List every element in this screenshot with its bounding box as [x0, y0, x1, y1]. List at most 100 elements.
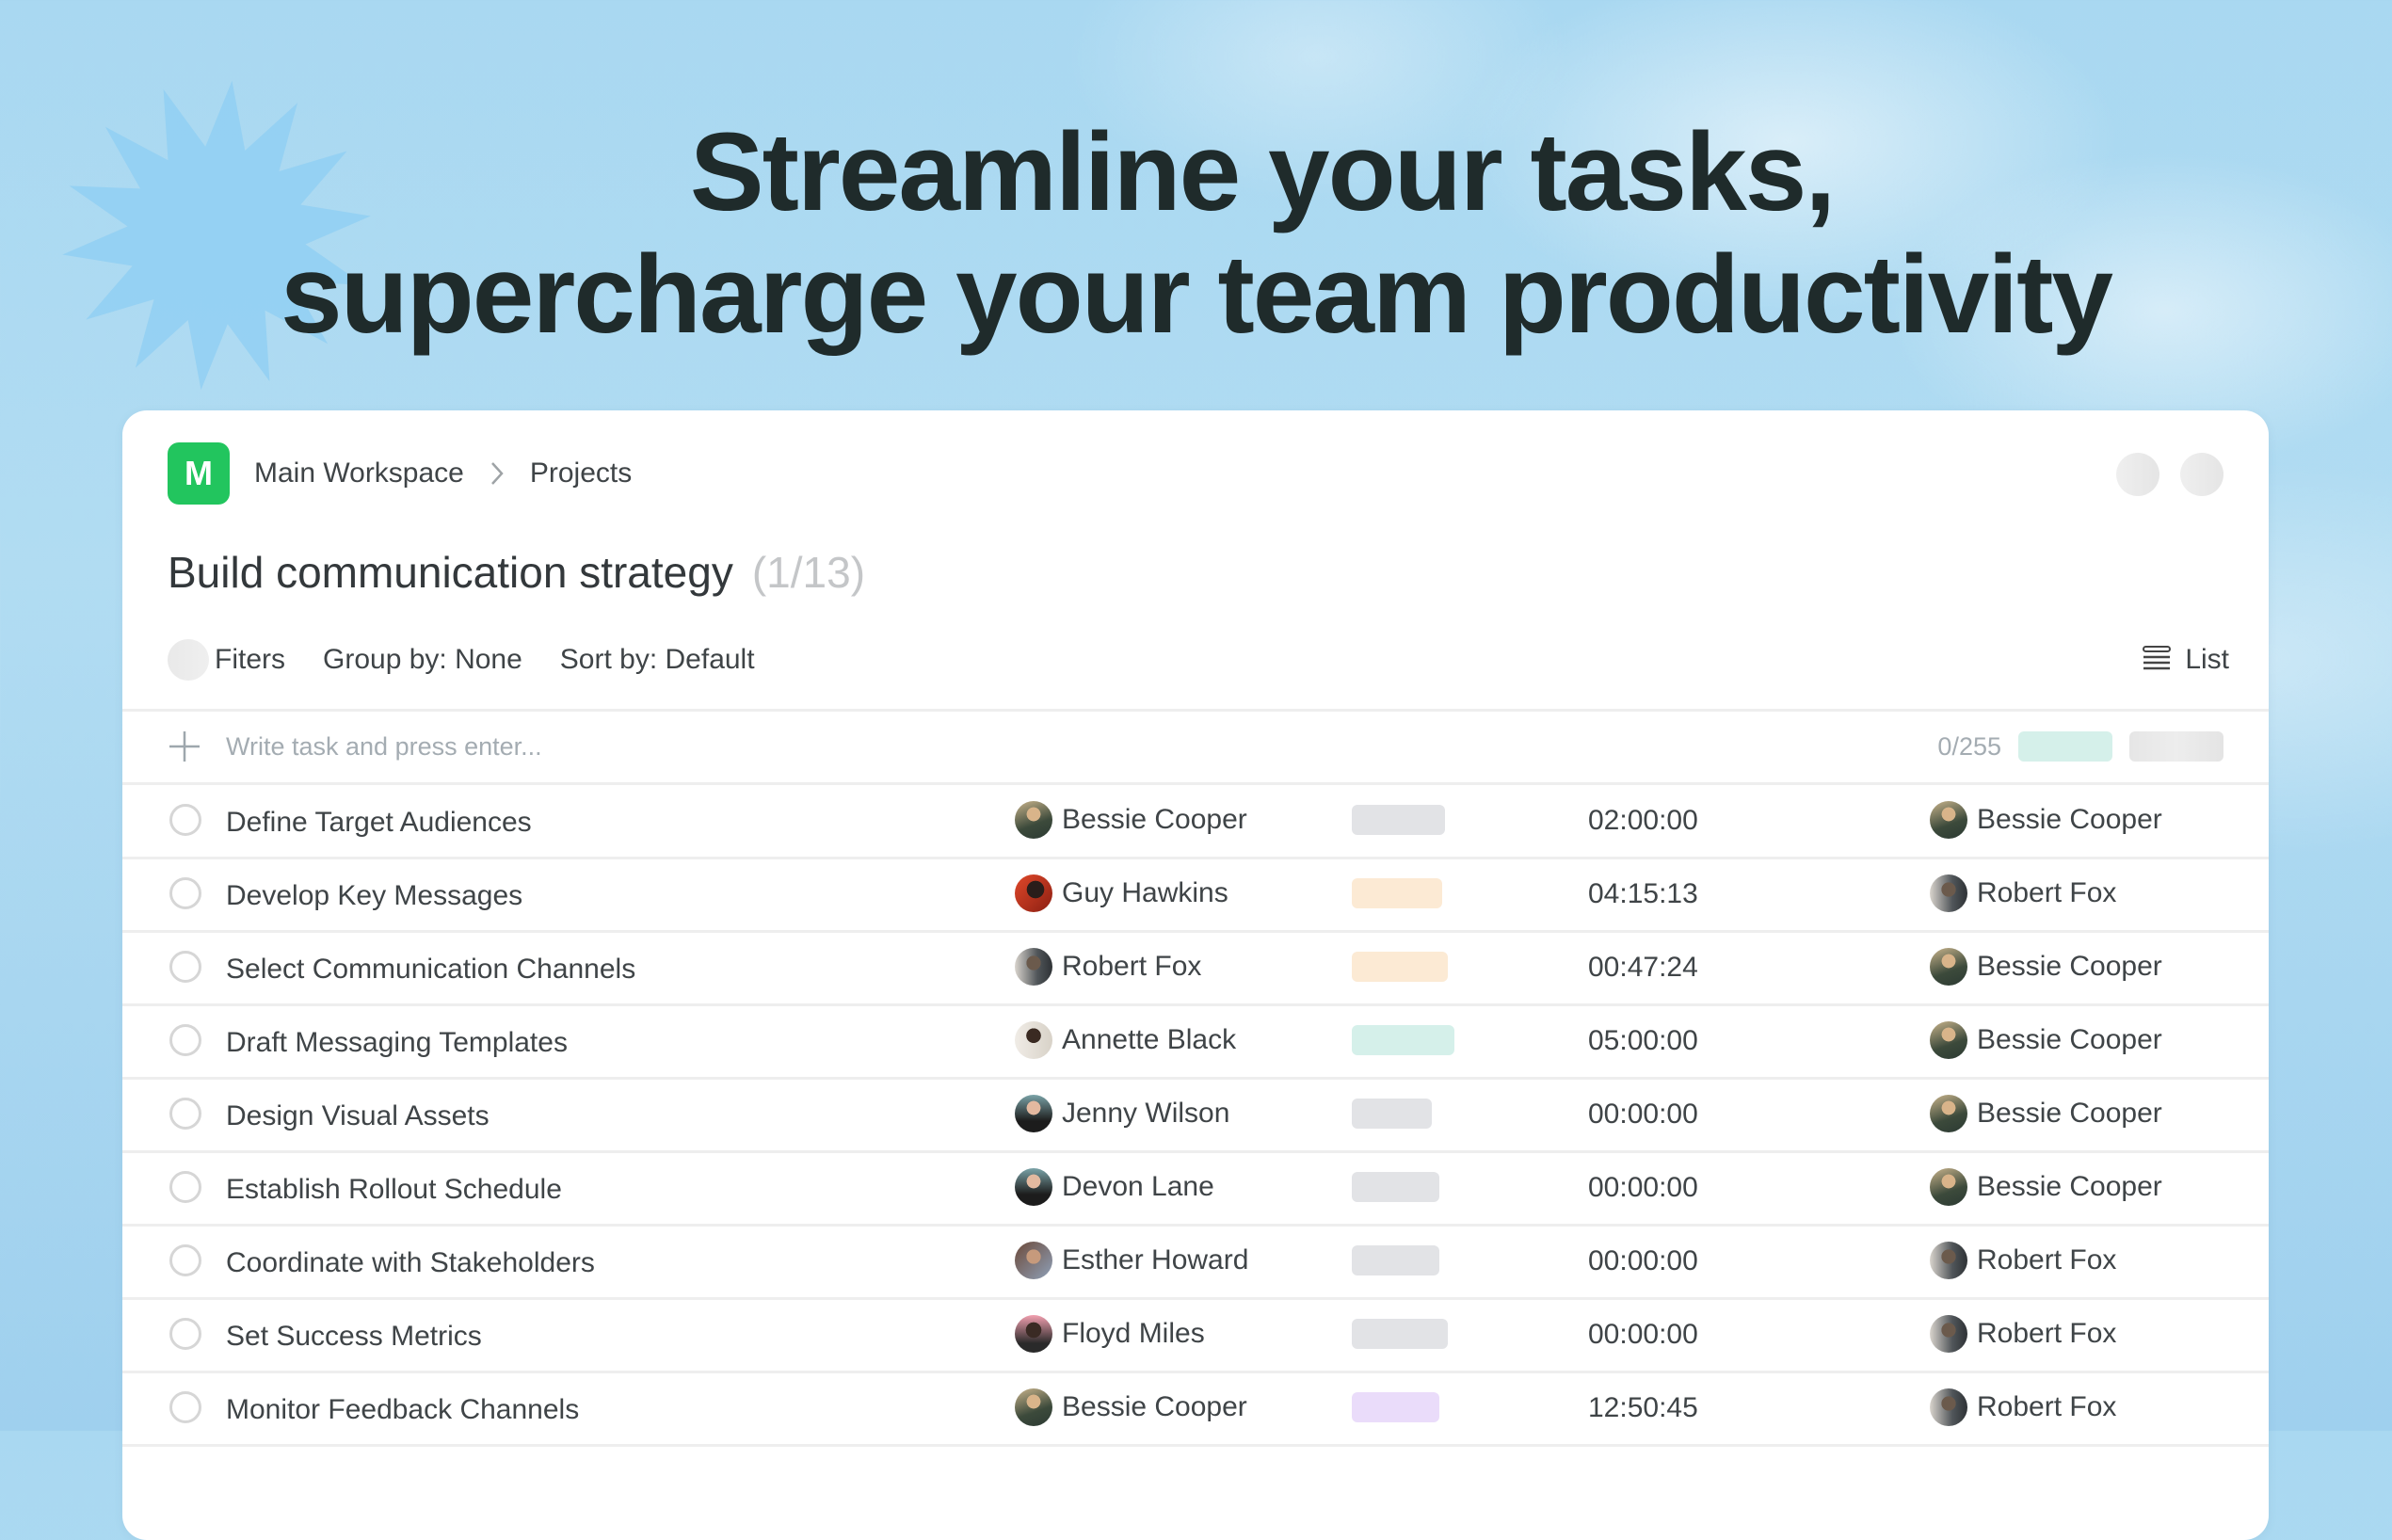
task-row[interactable]: Design Visual Assets Jenny Wilson 00:00:… — [122, 1080, 2269, 1153]
status-badge[interactable] — [1352, 1392, 1439, 1422]
assignee-name: Bessie Cooper — [1977, 804, 2162, 835]
task-assignee[interactable]: Robert Fox — [1930, 1388, 2116, 1426]
task-assignee[interactable]: Bessie Cooper — [1930, 948, 2162, 986]
task-checkbox[interactable] — [169, 951, 201, 983]
status-badge[interactable] — [1352, 952, 1448, 982]
status-badge[interactable] — [1352, 1172, 1439, 1202]
assignee-name: Robert Fox — [1977, 1391, 2117, 1422]
task-owner[interactable]: Bessie Cooper — [1015, 801, 1247, 839]
view-toggle-button[interactable]: List — [2142, 644, 2229, 677]
task-assignee[interactable]: Robert Fox — [1930, 1242, 2116, 1279]
headline-line-1: Streamline your tasks, — [689, 110, 1836, 234]
task-row[interactable]: Define Target Audiences Bessie Cooper 02… — [122, 786, 2269, 859]
task-checkbox[interactable] — [169, 1171, 201, 1203]
status-badge[interactable] — [1352, 1245, 1439, 1275]
new-task-input[interactable] — [226, 731, 1073, 762]
task-assignee[interactable]: Bessie Cooper — [1930, 1095, 2162, 1132]
owner-name: Guy Hawkins — [1062, 877, 1228, 908]
task-row[interactable]: Coordinate with Stakeholders Esther Howa… — [122, 1227, 2269, 1300]
breadcrumb-projects[interactable]: Projects — [530, 457, 632, 489]
priority-chip[interactable] — [2129, 731, 2223, 762]
task-title[interactable]: Define Target Audiences — [226, 807, 532, 839]
task-assignee[interactable]: Bessie Cooper — [1930, 1168, 2162, 1206]
task-owner[interactable]: Guy Hawkins — [1015, 874, 1228, 912]
filter-icon[interactable] — [168, 639, 209, 681]
status-badge[interactable] — [1352, 1025, 1454, 1055]
list-icon — [2142, 644, 2172, 677]
time-tracked: 00:00:00 — [1588, 1319, 1698, 1350]
task-title[interactable]: Draft Messaging Templates — [226, 1027, 568, 1059]
filters-button[interactable]: Fiters — [215, 644, 285, 676]
avatar — [1930, 948, 1967, 986]
task-owner[interactable]: Esther Howard — [1015, 1242, 1248, 1279]
status-chip[interactable] — [2018, 731, 2112, 762]
time-tracked: 00:00:00 — [1588, 1245, 1698, 1276]
status-badge[interactable] — [1352, 1099, 1432, 1129]
assignee-name: Robert Fox — [1977, 877, 2117, 908]
task-assignee[interactable]: Robert Fox — [1930, 1315, 2116, 1353]
task-checkbox[interactable] — [169, 1318, 201, 1350]
avatar — [1930, 1242, 1967, 1279]
task-title[interactable]: Select Communication Channels — [226, 954, 635, 986]
task-assignee[interactable]: Bessie Cooper — [1930, 1021, 2162, 1059]
hero-headline: Streamline your tasks, supercharge your … — [0, 111, 2392, 356]
chevron-right-icon — [489, 459, 509, 488]
task-title[interactable]: Develop Key Messages — [226, 880, 522, 912]
owner-name: Floyd Miles — [1062, 1318, 1205, 1349]
avatar — [1015, 1095, 1052, 1132]
task-owner[interactable]: Floyd Miles — [1015, 1315, 1205, 1353]
task-owner[interactable]: Devon Lane — [1015, 1168, 1214, 1206]
task-checkbox[interactable] — [169, 877, 201, 909]
avatar — [1015, 801, 1052, 839]
plus-icon[interactable] — [168, 730, 201, 763]
task-checkbox[interactable] — [169, 1244, 201, 1276]
task-title[interactable]: Establish Rollout Schedule — [226, 1174, 562, 1206]
toolbar: Fiters Group by: None Sort by: Default L… — [168, 636, 2229, 683]
char-count: 0/255 — [1937, 731, 2001, 761]
task-checkbox[interactable] — [169, 1391, 201, 1423]
window-control-button[interactable] — [2116, 453, 2159, 496]
task-row[interactable]: Draft Messaging Templates Annette Black … — [122, 1006, 2269, 1080]
window-control-button[interactable] — [2180, 453, 2223, 496]
avatar — [1015, 948, 1052, 986]
headline-line-2: supercharge your team productivity — [280, 233, 2113, 357]
task-row[interactable]: Develop Key Messages Guy Hawkins 04:15:1… — [122, 859, 2269, 933]
task-owner[interactable]: Robert Fox — [1015, 948, 1201, 986]
breadcrumb-workspace[interactable]: Main Workspace — [254, 457, 464, 489]
task-owner[interactable]: Annette Black — [1015, 1021, 1236, 1059]
group-by-dropdown[interactable]: Group by: None — [323, 644, 522, 676]
workspace-logo[interactable]: M — [168, 442, 230, 505]
status-badge[interactable] — [1352, 878, 1442, 908]
avatar — [1930, 1095, 1967, 1132]
avatar — [1015, 1021, 1052, 1059]
task-owner[interactable]: Jenny Wilson — [1015, 1095, 1229, 1132]
task-assignee[interactable]: Robert Fox — [1930, 874, 2116, 912]
assignee-name: Bessie Cooper — [1977, 1098, 2162, 1129]
sort-by-dropdown[interactable]: Sort by: Default — [560, 644, 755, 676]
task-row[interactable]: Select Communication Channels Robert Fox… — [122, 933, 2269, 1006]
task-title[interactable]: Design Visual Assets — [226, 1100, 490, 1132]
time-tracked: 00:00:00 — [1588, 1099, 1698, 1130]
status-badge[interactable] — [1352, 805, 1445, 835]
task-checkbox[interactable] — [169, 1024, 201, 1056]
task-title[interactable]: Set Success Metrics — [226, 1321, 482, 1353]
owner-name: Jenny Wilson — [1062, 1098, 1230, 1129]
task-row[interactable]: Monitor Feedback Channels Bessie Cooper … — [122, 1373, 2269, 1447]
task-title[interactable]: Monitor Feedback Channels — [226, 1394, 579, 1426]
assignee-name: Robert Fox — [1977, 1244, 2117, 1275]
task-count: (1/13) — [751, 548, 866, 597]
task-owner[interactable]: Bessie Cooper — [1015, 1388, 1247, 1426]
task-checkbox[interactable] — [169, 1098, 201, 1130]
task-title[interactable]: Coordinate with Stakeholders — [226, 1247, 595, 1279]
assignee-name: Bessie Cooper — [1977, 1024, 2162, 1055]
task-checkbox[interactable] — [169, 804, 201, 836]
task-row[interactable]: Set Success Metrics Floyd Miles 00:00:00… — [122, 1300, 2269, 1373]
task-assignee[interactable]: Bessie Cooper — [1930, 801, 2162, 839]
owner-name: Robert Fox — [1062, 951, 1202, 982]
time-tracked: 12:50:45 — [1588, 1392, 1698, 1423]
status-badge[interactable] — [1352, 1319, 1448, 1349]
task-row[interactable]: Establish Rollout Schedule Devon Lane 00… — [122, 1153, 2269, 1227]
breadcrumb: M Main Workspace Projects — [168, 442, 632, 505]
avatar — [1015, 1315, 1052, 1353]
time-tracked: 00:00:00 — [1588, 1172, 1698, 1203]
